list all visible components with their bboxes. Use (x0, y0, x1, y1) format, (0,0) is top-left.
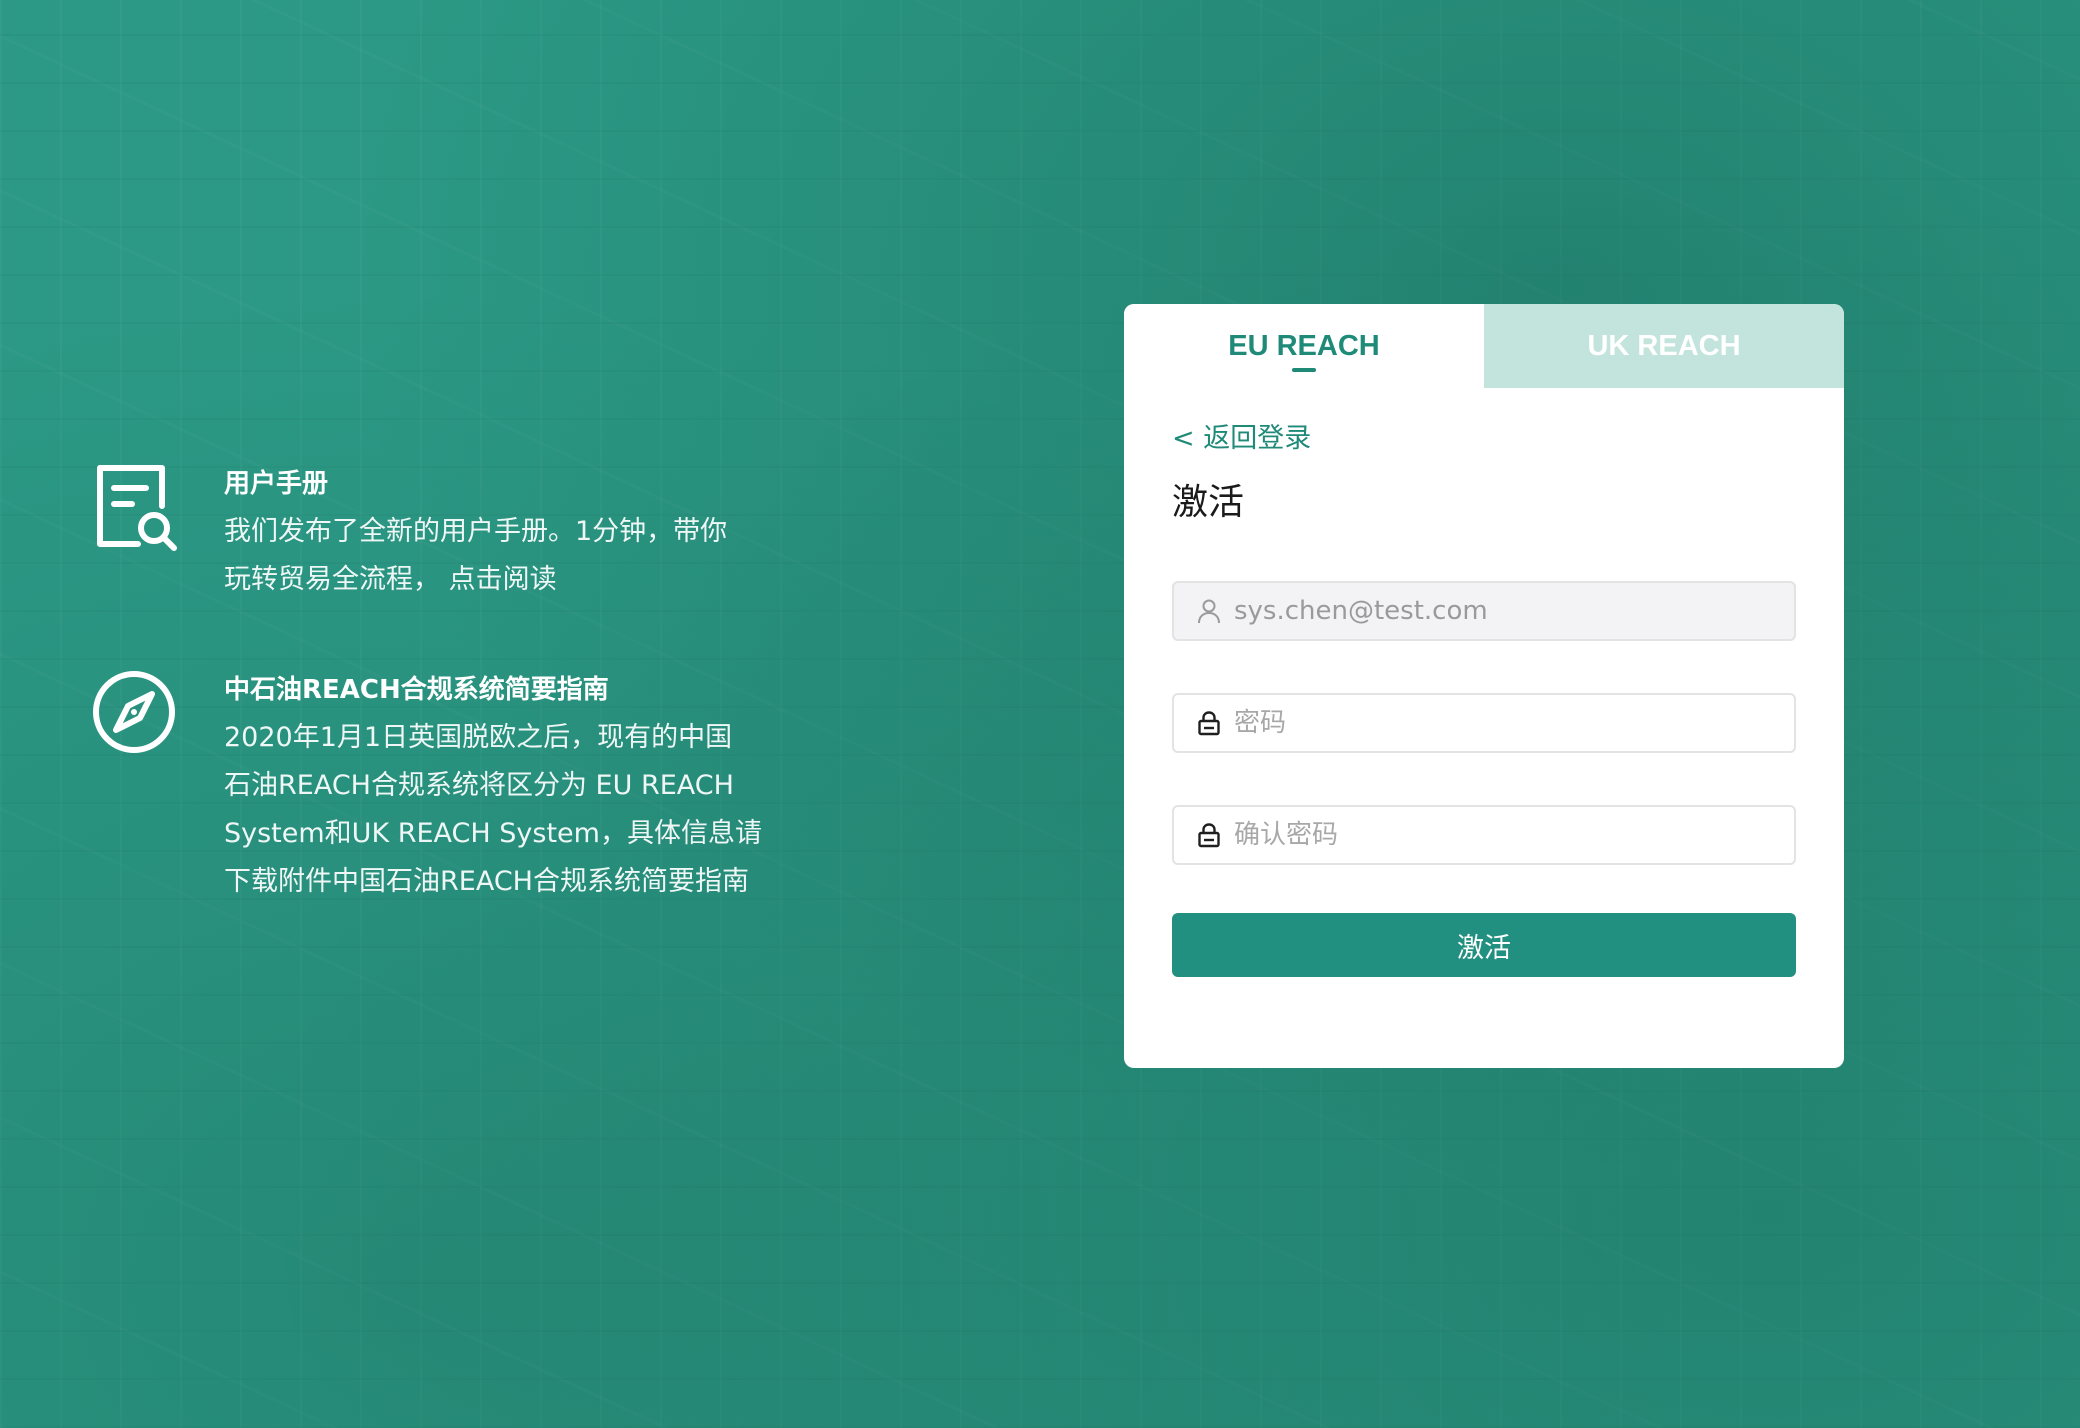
reach-guide-line: 下载附件中国石油REACH合规系统简要指南 (224, 866, 749, 897)
reach-guide-line: 2020年1月1日英国脱欧之后，现有的中国 (224, 722, 733, 753)
user-manual-line: 我们发布了全新的用户手册。1分钟，带你 (224, 516, 728, 547)
password-field[interactable] (1172, 693, 1796, 753)
reach-guide-description: 2020年1月1日英国脱欧之后，现有的中国 石油REACH合规系统将区分为 EU… (224, 714, 784, 906)
lock-icon (1196, 822, 1222, 848)
page-title: 激活 (1172, 482, 1245, 523)
reach-guide-section: 中石油REACH合规系统简要指南 2020年1月1日英国脱欧之后，现有的中国 石… (90, 666, 784, 906)
user-manual-description[interactable]: 我们发布了全新的用户手册。1分钟，带你 玩转贸易全流程， 点击阅读 (224, 508, 784, 604)
activate-button[interactable]: 激活 (1172, 913, 1796, 977)
reach-guide-line: 石油REACH合规系统将区分为 EU REACH (224, 770, 734, 801)
email-field[interactable] (1172, 581, 1796, 641)
user-manual-section: 用户手册 我们发布了全新的用户手册。1分钟，带你 玩转贸易全流程， 点击阅读 (90, 460, 784, 604)
compass-icon (90, 666, 186, 762)
confirm-password-input[interactable] (1232, 819, 1772, 851)
confirm-password-field[interactable] (1172, 805, 1796, 865)
lock-icon (1196, 710, 1222, 736)
document-search-icon (90, 460, 186, 556)
user-manual-title: 用户手册 (224, 469, 329, 499)
activation-card: EU REACH UK REACH < 返回登录 激活 sys.chen@tes… (1124, 304, 1844, 1068)
back-to-login-link[interactable]: < 返回登录 (1172, 416, 1311, 455)
user-icon (1196, 598, 1222, 624)
password-input[interactable] (1232, 707, 1772, 739)
user-manual-line: 玩转贸易全流程， 点击阅读 (224, 564, 557, 595)
email-input[interactable] (1232, 595, 1772, 627)
reach-guide-line: System和UK REACH System，具体信息请 (224, 818, 762, 849)
reach-guide-title: 中石油REACH合规系统简要指南 (224, 675, 609, 705)
tab-eu-reach[interactable]: EU REACH (1124, 304, 1484, 388)
system-tabs: EU REACH UK REACH (1124, 304, 1844, 388)
tab-uk-reach[interactable]: UK REACH (1484, 304, 1844, 388)
